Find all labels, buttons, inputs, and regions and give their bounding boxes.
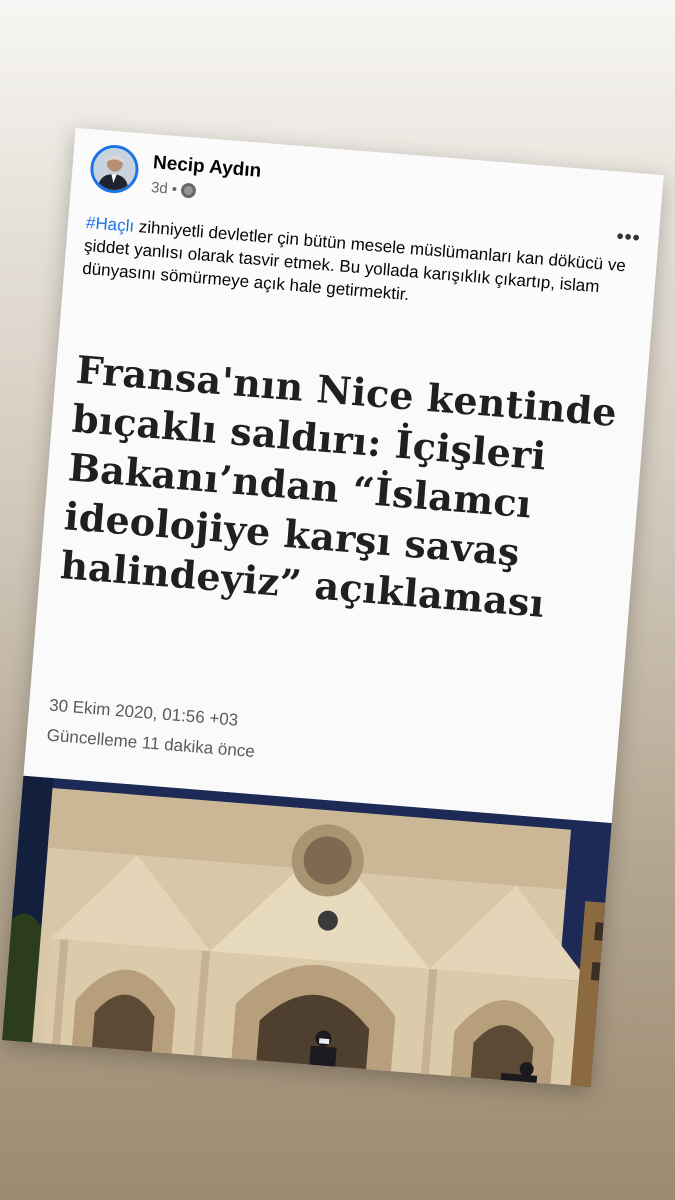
article-headline: Fransa'nın Nice kentinde bıçaklı saldırı… (58, 346, 619, 626)
hashtag-link[interactable]: #Haçlı (85, 213, 135, 236)
more-options-icon[interactable]: ••• (616, 226, 642, 251)
author-name[interactable]: Necip Aydın (152, 152, 262, 183)
meta-separator: • (171, 180, 178, 199)
globe-icon (180, 182, 197, 199)
post-time[interactable]: 3d (150, 179, 168, 197)
article-updated: Güncelleme 11 dakika önce (46, 725, 256, 762)
church-photo (2, 773, 664, 1088)
facebook-post-card: Necip Aydın 3d • ••• #Haçlı zihniyetli d… (2, 127, 664, 1088)
article-date: 30 Ekim 2020, 01:56 +03 (48, 695, 239, 730)
profile-avatar[interactable] (88, 143, 141, 195)
post-meta: 3d • (150, 179, 197, 200)
shared-article-image[interactable]: Fransa'nın Nice kentinde bıçaklı saldırı… (2, 327, 664, 1088)
